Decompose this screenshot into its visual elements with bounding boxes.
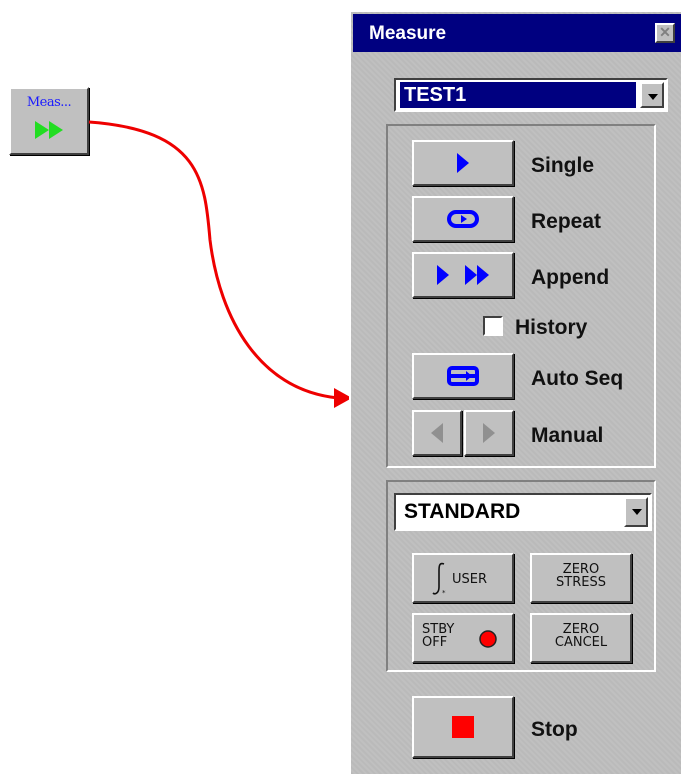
integral-icon: *	[432, 562, 446, 597]
fast-forward-icon	[35, 121, 63, 139]
stby-line2: OFF	[422, 635, 448, 650]
standby-led-icon	[479, 630, 497, 648]
zero-stress-line2: STRESS	[556, 575, 606, 590]
stop-label: Stop	[531, 718, 578, 741]
manual-next-button[interactable]	[464, 410, 514, 456]
history-label: History	[515, 316, 588, 339]
repeat-button[interactable]	[412, 196, 514, 242]
append-icon	[437, 265, 489, 285]
single-label: Single	[531, 154, 595, 177]
history-checkbox[interactable]	[483, 316, 503, 336]
close-icon: ✕	[659, 24, 671, 40]
zero-cancel-button[interactable]: ZERO CANCEL	[530, 613, 632, 663]
single-button[interactable]	[412, 140, 514, 186]
title-bar: Measure ✕	[353, 14, 681, 52]
repeat-icon	[447, 210, 479, 228]
step-back-icon	[431, 423, 443, 443]
manual-label: Manual	[531, 424, 604, 447]
zero-cancel-line2: CANCEL	[554, 635, 608, 650]
append-label: Append	[531, 266, 610, 289]
window-title: Measure	[369, 23, 447, 44]
stop-icon	[452, 716, 474, 738]
repeat-label: Repeat	[531, 210, 602, 233]
auto-seq-label: Auto Seq	[531, 367, 624, 390]
measure-launcher-button[interactable]: Meas...	[9, 87, 89, 155]
manual-prev-button[interactable]	[412, 410, 462, 456]
chevron-down-icon[interactable]	[624, 497, 648, 527]
user-function-button[interactable]: * USER	[412, 553, 514, 603]
svg-text:*: *	[442, 589, 446, 597]
standby-off-button[interactable]: STBY OFF	[412, 613, 514, 663]
auto-sequence-icon	[447, 366, 479, 386]
user-label: USER	[452, 572, 488, 587]
zero-stress-button[interactable]: ZERO STRESS	[530, 553, 632, 603]
chevron-down-icon[interactable]	[640, 82, 664, 108]
close-button[interactable]: ✕	[655, 23, 675, 43]
launcher-label: Meas...	[26, 95, 72, 110]
auto-seq-button[interactable]	[412, 353, 514, 399]
test-select-value: TEST1	[400, 82, 636, 108]
stop-button[interactable]	[412, 696, 514, 758]
test-select[interactable]: TEST1	[394, 78, 668, 112]
step-forward-icon	[483, 423, 495, 443]
append-button[interactable]	[412, 252, 514, 298]
setup-select[interactable]: STANDARD	[394, 493, 652, 531]
play-icon	[457, 153, 469, 173]
setup-select-value: STANDARD	[404, 500, 521, 523]
